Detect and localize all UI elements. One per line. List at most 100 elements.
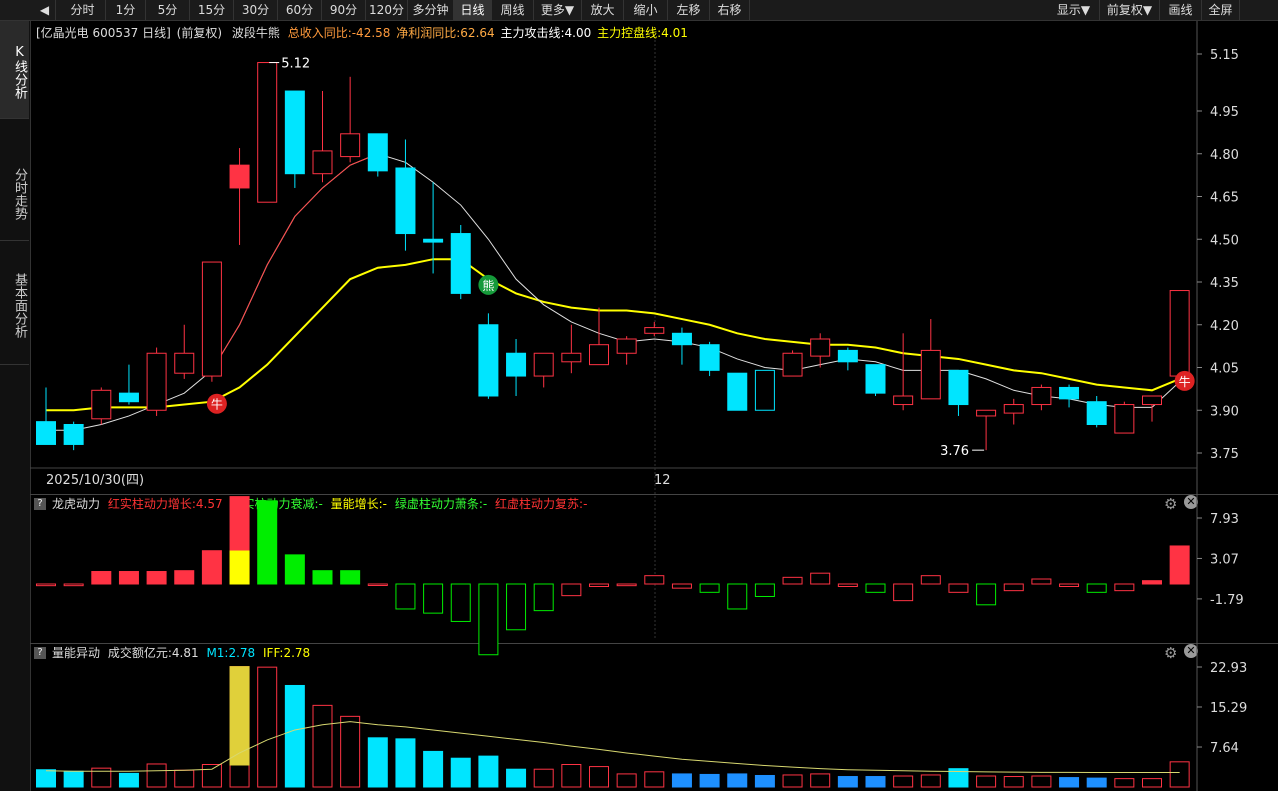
toolbar-right-item-2[interactable]: 画线 — [1160, 0, 1202, 20]
candle-body — [782, 352, 803, 377]
tab-k-line-analysis[interactable]: K线分析 — [0, 21, 29, 119]
volume-bar — [671, 773, 692, 788]
toolbar-item-3[interactable]: 15分 — [190, 0, 234, 20]
candle-body — [1142, 395, 1162, 406]
toolbar-item-15[interactable]: 右移 — [710, 0, 750, 20]
price-tick-label: 5.15 — [1210, 48, 1239, 63]
dragon-bar — [561, 583, 582, 597]
close-icon[interactable]: ✕ — [1184, 644, 1198, 658]
candle-body — [423, 238, 444, 243]
volume-bar — [920, 774, 941, 788]
gear-icon[interactable]: ⚙ — [1164, 495, 1177, 513]
candle-body — [1031, 386, 1052, 406]
dragon-bar — [201, 550, 222, 585]
volume-bar — [257, 666, 278, 788]
toolbar-right-item-3[interactable]: 全屏 — [1202, 0, 1240, 20]
dragon-bar — [976, 583, 997, 606]
toolbar-item-14[interactable]: 左移 — [668, 0, 710, 20]
gear-icon[interactable]: ⚙ — [1164, 644, 1177, 662]
candle-body — [201, 261, 222, 377]
candle-body — [976, 409, 997, 417]
dragon-bar — [644, 575, 665, 585]
price-tick-label: 4.50 — [1210, 233, 1239, 248]
axis-anchor — [1203, 38, 1204, 39]
m1-line — [45, 721, 1180, 773]
candle-body — [699, 344, 720, 371]
candle-body — [561, 352, 582, 363]
bull-marker-label: 牛 — [1179, 374, 1191, 389]
toolbar-item-0[interactable]: 分时 — [60, 0, 106, 20]
back-icon[interactable]: ◀ — [34, 0, 56, 20]
volume-bar — [1031, 775, 1052, 788]
toolbar-item-12[interactable]: 放大 — [582, 0, 624, 20]
dragon-bar — [367, 583, 388, 586]
price-tick-label: 4.65 — [1210, 191, 1239, 206]
dragon-bar — [174, 570, 195, 585]
dragon-bar — [948, 583, 969, 593]
toolbar-item-6[interactable]: 90分 — [322, 0, 366, 20]
volume-bar — [1086, 777, 1107, 788]
price-tick-label: 4.95 — [1210, 105, 1239, 120]
volume-tick-label: 15.29 — [1210, 701, 1247, 716]
dragon-bar-yellow — [229, 550, 250, 585]
toolbar-right-item-0[interactable]: 显示▼ — [1048, 0, 1100, 20]
volume-bar — [118, 772, 139, 788]
dragon-l2: 绿实柱动力衰减:- — [230, 497, 323, 511]
dragon-bar — [533, 583, 554, 612]
toolbar-item-1[interactable]: 1分 — [106, 0, 146, 20]
price-tick-label: 3.90 — [1210, 404, 1239, 419]
toolbar-item-13[interactable]: 缩小 — [624, 0, 668, 20]
toolbar-item-11[interactable]: 更多▼ — [534, 0, 582, 20]
dragon-bar — [118, 571, 139, 585]
dragon-bar — [727, 583, 748, 610]
bull-marker — [206, 393, 227, 414]
dragon-bar — [754, 583, 775, 597]
dragon-bar — [1169, 545, 1190, 585]
toolbar-item-5[interactable]: 60分 — [278, 0, 322, 20]
candle-body — [671, 332, 692, 346]
dragon-bar — [1003, 583, 1024, 592]
volume-bar — [229, 666, 250, 788]
toolbar-item-7[interactable]: 120分 — [366, 0, 408, 20]
volume-bar — [450, 757, 471, 788]
volume-bar — [1142, 778, 1162, 788]
dragon-bar — [810, 572, 831, 585]
help-icon[interactable]: ? — [34, 498, 46, 510]
candle-body — [533, 352, 554, 377]
toolbar-item-10[interactable]: 周线 — [492, 0, 534, 20]
toolbar-item-4[interactable]: 30分 — [234, 0, 278, 20]
close-icon[interactable]: ✕ — [1184, 495, 1198, 509]
toolbar-item-9[interactable]: 日线 — [454, 0, 492, 20]
toolbar-item-8[interactable]: 多分钟 — [408, 0, 454, 20]
volume-bar — [174, 769, 195, 788]
candle-body — [865, 364, 886, 394]
toolbar-item-2[interactable]: 5分 — [146, 0, 190, 20]
candle-body — [450, 233, 471, 294]
candle-body — [1003, 404, 1024, 414]
candle-body — [174, 352, 195, 374]
revenue-yoy: 总收入同比:-42.58 — [287, 26, 391, 40]
low-label: 3.76 — [940, 444, 969, 459]
toolbar-right-item-1[interactable]: 前复权▼ — [1100, 0, 1160, 20]
tab-intraday-trend[interactable]: 分时走势 — [0, 143, 29, 241]
candle-body — [754, 369, 775, 411]
tab-fundamental-analysis[interactable]: 基本面分析 — [0, 243, 29, 365]
candle-body — [893, 395, 914, 406]
dragon-bar — [1114, 583, 1135, 592]
month-label: 12 — [654, 473, 671, 488]
volume-bar — [699, 773, 720, 788]
dragon-bar — [284, 554, 305, 585]
bear-marker-label: 熊 — [482, 278, 494, 293]
dragon-bar — [671, 583, 692, 589]
dragon-l3: 量能增长:- — [330, 497, 388, 511]
candle-body — [837, 349, 858, 363]
candle-body — [1169, 290, 1190, 377]
volume-bar — [395, 738, 416, 788]
volume-bar — [367, 737, 388, 788]
candle-body — [146, 352, 167, 411]
dragon-l1: 红实柱动力增长:4.57 — [107, 497, 223, 511]
dragon-bar — [920, 575, 941, 585]
help-icon[interactable]: ? — [34, 647, 46, 659]
high-label: 5.12 — [281, 57, 310, 72]
volume-bar — [533, 768, 554, 788]
